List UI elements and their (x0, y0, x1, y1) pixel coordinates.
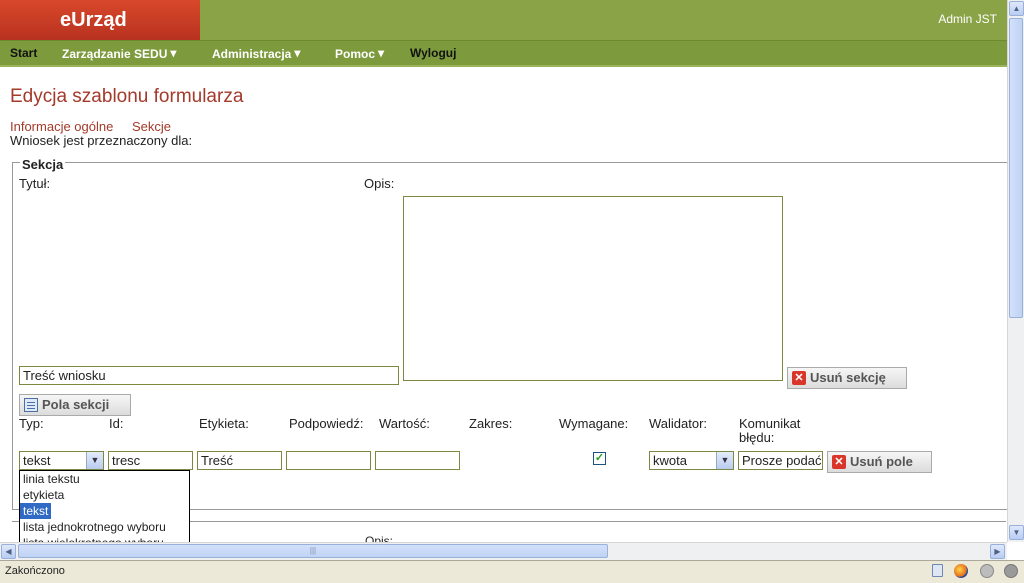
validator-select[interactable]: kwota ▼ (649, 451, 734, 470)
page-icon (932, 564, 943, 577)
menu-item-start[interactable]: Start (10, 46, 37, 60)
scroll-left-icon[interactable]: ◀ (1, 544, 16, 559)
main-menu: Start Zarządzanie SEDU ▾ Administracja ▾ P… (0, 40, 1007, 67)
list-icon (24, 398, 38, 412)
menu-label: Administracja (212, 47, 292, 61)
section-description-textarea[interactable] (403, 196, 783, 381)
remove-section-label: Usuń sekcję (810, 370, 886, 385)
remove-field-button[interactable]: ✕ Usuń pole (827, 451, 932, 473)
intended-for-label: Wniosek jest przeznaczony dla: (10, 133, 193, 148)
section-title-label: Tytuł: (19, 176, 51, 191)
field-id-input[interactable]: tresc (108, 451, 193, 470)
scroll-up-icon[interactable]: ▲ (1009, 1, 1024, 16)
header-id: Id: (109, 416, 124, 431)
scroll-right-icon[interactable]: ▶ (990, 544, 1005, 559)
field-type-select[interactable]: tekst ▼ (19, 451, 104, 470)
chevron-down-icon: ▾ (294, 46, 301, 60)
menu-item-wyloguj[interactable]: Wyloguj (410, 46, 456, 60)
status-text: Zakończono (5, 565, 65, 577)
page-title: Edycja szablonu formularza (10, 86, 244, 107)
chevron-down-icon: ▾ (378, 46, 385, 60)
header-komunikat: Komunikat (739, 416, 801, 431)
menu-item-zarzadzanie[interactable]: Zarządzanie SEDU ▾ (62, 46, 176, 61)
section-fields-label: Pola sekcji (42, 397, 110, 412)
header-walidator: Walidator: (649, 416, 708, 431)
header-komunikat-line2: błędu: (739, 430, 775, 445)
error-message-input[interactable]: Prosze podać (738, 451, 823, 470)
horizontal-scroll-thumb[interactable]: ||| (18, 544, 608, 558)
section-title-input[interactable]: Treść wniosku (19, 366, 399, 385)
remove-field-label: Usuń pole (850, 454, 913, 469)
tab-sections[interactable]: Sekcje (132, 119, 171, 134)
scroll-down-icon[interactable]: ▼ (1009, 525, 1024, 540)
current-user: Admin JST (938, 12, 997, 26)
header-podpowiedz: Podpowiedź: (289, 416, 364, 431)
header-zakres: Zakres: (469, 416, 513, 431)
menu-item-administracja[interactable]: Administracja ▾ (212, 46, 300, 61)
field-value-input[interactable] (375, 451, 460, 470)
menu-label: Pomoc (335, 47, 376, 61)
app-logo[interactable]: eUrząd (0, 0, 200, 40)
menu-label: Zarządzanie SEDU (62, 47, 168, 61)
header-etykieta: Etykieta: (199, 416, 249, 431)
section-desc-label: Opis: (364, 176, 395, 191)
vertical-scrollbar[interactable]: ▲ ▼ (1007, 0, 1024, 542)
remove-section-button[interactable]: ✕ Usuń sekcję (787, 367, 907, 389)
security-icon[interactable] (1004, 564, 1018, 578)
header-wartosc: Wartość: (379, 416, 430, 431)
tab-general-info[interactable]: Informacje ogólne (10, 119, 113, 134)
field-hint-input[interactable] (286, 451, 371, 470)
horizontal-scrollbar[interactable]: ◀ ||| ▶ (0, 542, 1007, 560)
header-typ: Typ: (19, 416, 44, 431)
header-wymagane: Wymagane: (559, 416, 629, 431)
status-bar: Zakończono (0, 560, 1024, 583)
field-type-value: tekst (23, 453, 51, 468)
required-checkbox[interactable]: ✓ (593, 452, 606, 465)
blocked-icon[interactable] (980, 564, 994, 578)
close-icon: ✕ (792, 371, 806, 385)
chevron-down-icon: ▾ (170, 46, 177, 60)
field-label-input[interactable]: Treść (197, 451, 282, 470)
type-option-etykieta[interactable]: etykieta (20, 487, 189, 503)
close-icon: ✕ (832, 455, 846, 469)
section-legend: Sekcja (20, 157, 66, 172)
menu-item-pomoc[interactable]: Pomoc ▾ (335, 46, 384, 61)
firefox-icon (954, 564, 968, 578)
vertical-scroll-thumb[interactable] (1009, 18, 1023, 318)
chevron-down-icon: ▼ (86, 452, 103, 469)
validator-value: kwota (653, 453, 687, 468)
type-option-lista-jednokrotnego[interactable]: lista jednokrotnego wyboru (20, 519, 189, 535)
type-option-linia-tekstu[interactable]: linia tekstu (20, 471, 189, 487)
app-header: eUrząd Admin JST (0, 0, 1007, 40)
type-option-tekst[interactable]: tekst (20, 503, 52, 519)
section-fields-button[interactable]: Pola sekcji (19, 394, 131, 416)
chevron-down-icon: ▼ (716, 452, 733, 469)
